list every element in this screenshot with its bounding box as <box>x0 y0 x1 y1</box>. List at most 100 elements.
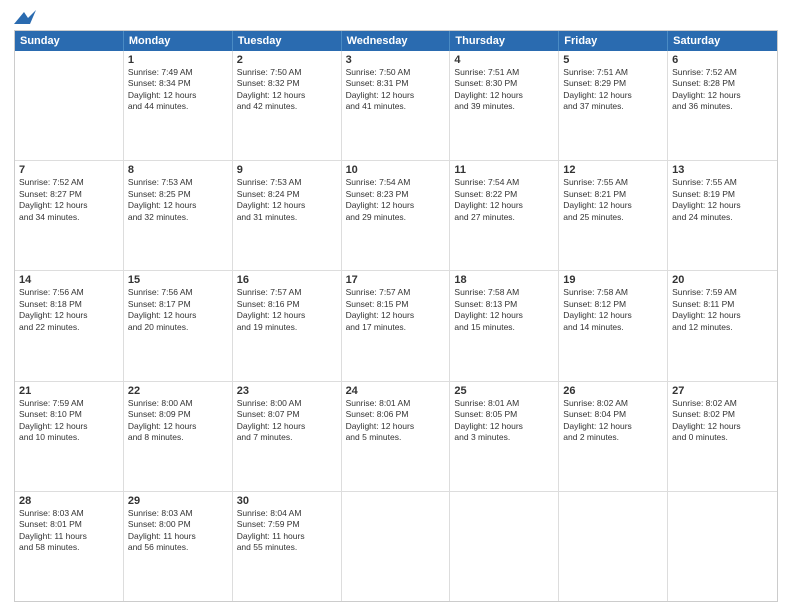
day-number: 25 <box>454 385 554 397</box>
day-number: 23 <box>237 385 337 397</box>
day-number: 30 <box>237 495 337 507</box>
cal-cell: 4Sunrise: 7:51 AM Sunset: 8:30 PM Daylig… <box>450 51 559 160</box>
page: SundayMondayTuesdayWednesdayThursdayFrid… <box>0 0 792 612</box>
cal-header-sunday: Sunday <box>15 31 124 51</box>
day-number: 15 <box>128 274 228 286</box>
cal-cell: 30Sunrise: 8:04 AM Sunset: 7:59 PM Dayli… <box>233 492 342 601</box>
calendar: SundayMondayTuesdayWednesdayThursdayFrid… <box>14 30 778 602</box>
day-info: Sunrise: 7:56 AM Sunset: 8:18 PM Dayligh… <box>19 287 119 333</box>
cal-cell: 7Sunrise: 7:52 AM Sunset: 8:27 PM Daylig… <box>15 161 124 270</box>
day-number: 24 <box>346 385 446 397</box>
day-number: 7 <box>19 164 119 176</box>
cal-cell: 18Sunrise: 7:58 AM Sunset: 8:13 PM Dayli… <box>450 271 559 380</box>
cal-cell: 3Sunrise: 7:50 AM Sunset: 8:31 PM Daylig… <box>342 51 451 160</box>
cal-cell: 29Sunrise: 8:03 AM Sunset: 8:00 PM Dayli… <box>124 492 233 601</box>
calendar-body: 1Sunrise: 7:49 AM Sunset: 8:34 PM Daylig… <box>15 51 777 601</box>
day-number: 5 <box>563 54 663 66</box>
cal-week-row-4: 28Sunrise: 8:03 AM Sunset: 8:01 PM Dayli… <box>15 492 777 601</box>
header <box>14 10 778 24</box>
logo-bird-icon <box>14 10 36 28</box>
day-number: 8 <box>128 164 228 176</box>
cal-cell: 16Sunrise: 7:57 AM Sunset: 8:16 PM Dayli… <box>233 271 342 380</box>
day-number: 29 <box>128 495 228 507</box>
day-info: Sunrise: 7:58 AM Sunset: 8:13 PM Dayligh… <box>454 287 554 333</box>
cal-cell <box>559 492 668 601</box>
cal-cell <box>668 492 777 601</box>
cal-cell <box>450 492 559 601</box>
cal-cell: 12Sunrise: 7:55 AM Sunset: 8:21 PM Dayli… <box>559 161 668 270</box>
day-number: 18 <box>454 274 554 286</box>
day-info: Sunrise: 7:51 AM Sunset: 8:29 PM Dayligh… <box>563 67 663 113</box>
cal-cell: 10Sunrise: 7:54 AM Sunset: 8:23 PM Dayli… <box>342 161 451 270</box>
day-number: 22 <box>128 385 228 397</box>
day-number: 13 <box>672 164 773 176</box>
day-number: 3 <box>346 54 446 66</box>
day-info: Sunrise: 7:54 AM Sunset: 8:23 PM Dayligh… <box>346 177 446 223</box>
cal-cell: 1Sunrise: 7:49 AM Sunset: 8:34 PM Daylig… <box>124 51 233 160</box>
cal-cell: 22Sunrise: 8:00 AM Sunset: 8:09 PM Dayli… <box>124 382 233 491</box>
cal-week-row-1: 7Sunrise: 7:52 AM Sunset: 8:27 PM Daylig… <box>15 161 777 271</box>
day-info: Sunrise: 7:53 AM Sunset: 8:25 PM Dayligh… <box>128 177 228 223</box>
cal-cell: 27Sunrise: 8:02 AM Sunset: 8:02 PM Dayli… <box>668 382 777 491</box>
cal-header-monday: Monday <box>124 31 233 51</box>
cal-cell: 23Sunrise: 8:00 AM Sunset: 8:07 PM Dayli… <box>233 382 342 491</box>
cal-week-row-3: 21Sunrise: 7:59 AM Sunset: 8:10 PM Dayli… <box>15 382 777 492</box>
cal-cell: 19Sunrise: 7:58 AM Sunset: 8:12 PM Dayli… <box>559 271 668 380</box>
day-info: Sunrise: 7:57 AM Sunset: 8:16 PM Dayligh… <box>237 287 337 333</box>
cal-cell <box>15 51 124 160</box>
day-number: 4 <box>454 54 554 66</box>
cal-header-thursday: Thursday <box>450 31 559 51</box>
cal-cell: 28Sunrise: 8:03 AM Sunset: 8:01 PM Dayli… <box>15 492 124 601</box>
day-info: Sunrise: 8:00 AM Sunset: 8:09 PM Dayligh… <box>128 398 228 444</box>
day-number: 27 <box>672 385 773 397</box>
cal-cell: 9Sunrise: 7:53 AM Sunset: 8:24 PM Daylig… <box>233 161 342 270</box>
day-number: 17 <box>346 274 446 286</box>
day-info: Sunrise: 7:55 AM Sunset: 8:19 PM Dayligh… <box>672 177 773 223</box>
cal-cell: 17Sunrise: 7:57 AM Sunset: 8:15 PM Dayli… <box>342 271 451 380</box>
day-info: Sunrise: 8:01 AM Sunset: 8:06 PM Dayligh… <box>346 398 446 444</box>
day-info: Sunrise: 8:03 AM Sunset: 8:00 PM Dayligh… <box>128 508 228 554</box>
cal-cell: 21Sunrise: 7:59 AM Sunset: 8:10 PM Dayli… <box>15 382 124 491</box>
day-number: 6 <box>672 54 773 66</box>
cal-cell: 5Sunrise: 7:51 AM Sunset: 8:29 PM Daylig… <box>559 51 668 160</box>
day-number: 11 <box>454 164 554 176</box>
cal-cell: 8Sunrise: 7:53 AM Sunset: 8:25 PM Daylig… <box>124 161 233 270</box>
day-number: 26 <box>563 385 663 397</box>
day-number: 16 <box>237 274 337 286</box>
day-number: 10 <box>346 164 446 176</box>
cal-week-row-2: 14Sunrise: 7:56 AM Sunset: 8:18 PM Dayli… <box>15 271 777 381</box>
cal-cell: 20Sunrise: 7:59 AM Sunset: 8:11 PM Dayli… <box>668 271 777 380</box>
day-number: 19 <box>563 274 663 286</box>
day-number: 28 <box>19 495 119 507</box>
logo-block <box>14 10 36 24</box>
day-number: 9 <box>237 164 337 176</box>
cal-cell: 13Sunrise: 7:55 AM Sunset: 8:19 PM Dayli… <box>668 161 777 270</box>
day-info: Sunrise: 7:58 AM Sunset: 8:12 PM Dayligh… <box>563 287 663 333</box>
logo <box>14 10 36 24</box>
day-info: Sunrise: 7:54 AM Sunset: 8:22 PM Dayligh… <box>454 177 554 223</box>
day-info: Sunrise: 8:02 AM Sunset: 8:04 PM Dayligh… <box>563 398 663 444</box>
day-info: Sunrise: 8:01 AM Sunset: 8:05 PM Dayligh… <box>454 398 554 444</box>
day-number: 14 <box>19 274 119 286</box>
day-info: Sunrise: 7:51 AM Sunset: 8:30 PM Dayligh… <box>454 67 554 113</box>
cal-cell: 26Sunrise: 8:02 AM Sunset: 8:04 PM Dayli… <box>559 382 668 491</box>
day-info: Sunrise: 7:50 AM Sunset: 8:32 PM Dayligh… <box>237 67 337 113</box>
day-info: Sunrise: 7:52 AM Sunset: 8:27 PM Dayligh… <box>19 177 119 223</box>
day-info: Sunrise: 7:53 AM Sunset: 8:24 PM Dayligh… <box>237 177 337 223</box>
day-info: Sunrise: 8:03 AM Sunset: 8:01 PM Dayligh… <box>19 508 119 554</box>
day-number: 12 <box>563 164 663 176</box>
day-info: Sunrise: 7:57 AM Sunset: 8:15 PM Dayligh… <box>346 287 446 333</box>
cal-header-saturday: Saturday <box>668 31 777 51</box>
cal-header-wednesday: Wednesday <box>342 31 451 51</box>
day-info: Sunrise: 8:00 AM Sunset: 8:07 PM Dayligh… <box>237 398 337 444</box>
cal-header-tuesday: Tuesday <box>233 31 342 51</box>
cal-cell: 24Sunrise: 8:01 AM Sunset: 8:06 PM Dayli… <box>342 382 451 491</box>
cal-cell <box>342 492 451 601</box>
cal-cell: 2Sunrise: 7:50 AM Sunset: 8:32 PM Daylig… <box>233 51 342 160</box>
day-info: Sunrise: 7:50 AM Sunset: 8:31 PM Dayligh… <box>346 67 446 113</box>
cal-week-row-0: 1Sunrise: 7:49 AM Sunset: 8:34 PM Daylig… <box>15 51 777 161</box>
cal-cell: 14Sunrise: 7:56 AM Sunset: 8:18 PM Dayli… <box>15 271 124 380</box>
day-number: 20 <box>672 274 773 286</box>
day-info: Sunrise: 7:59 AM Sunset: 8:10 PM Dayligh… <box>19 398 119 444</box>
cal-header-friday: Friday <box>559 31 668 51</box>
